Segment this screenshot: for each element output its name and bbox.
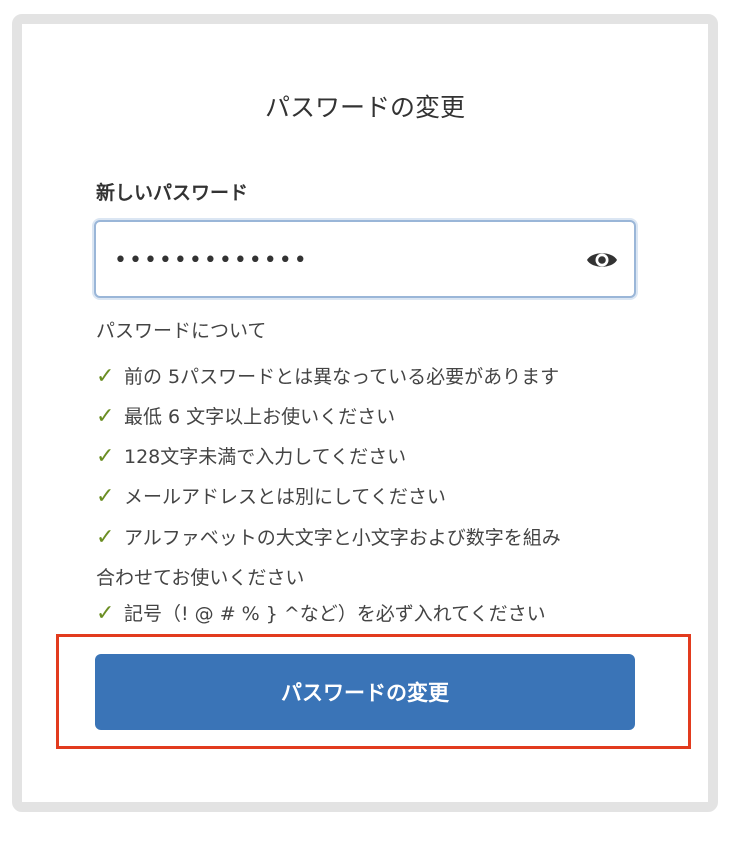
requirement-text: 前の 5パスワードとは異なっている必要があります — [124, 366, 560, 388]
check-icon: ✓ — [96, 404, 115, 429]
requirement-item: ✓ アルファベットの大文字と小文字および数字を組み — [96, 523, 561, 553]
requirement-item: ✓ メールアドレスとは別にしてください — [96, 482, 446, 512]
check-icon: ✓ — [96, 525, 115, 550]
requirement-text: 最低 6 文字以上お使いください — [124, 406, 396, 428]
check-icon: ✓ — [96, 444, 115, 469]
requirement-text: 記号（! @ # % } ^など）を必ず入れてください — [124, 603, 546, 625]
requirement-item: ✓ 最低 6 文字以上お使いください — [96, 402, 395, 432]
new-password-field-container — [94, 220, 636, 298]
eye-icon[interactable] — [584, 244, 620, 276]
requirement-item: ✓ 記号（! @ # % } ^など）を必ず入れてください — [96, 599, 546, 629]
change-password-button[interactable]: パスワードの変更 — [95, 654, 635, 730]
check-icon: ✓ — [96, 364, 115, 389]
requirement-text: メールアドレスとは別にしてください — [124, 486, 446, 508]
check-icon: ✓ — [96, 601, 115, 626]
page-title: パスワードの変更 — [264, 93, 465, 122]
requirements-heading: パスワードについて — [96, 320, 267, 342]
new-password-input[interactable] — [114, 240, 554, 280]
requirement-text: アルファベットの大文字と小文字および数字を組み — [124, 527, 561, 549]
requirement-item: ✓ 前の 5パスワードとは異なっている必要があります — [96, 362, 559, 392]
requirement-item: ✓ 128文字未満で入力してください — [96, 442, 406, 472]
new-password-label: 新しいパスワード — [96, 182, 249, 204]
requirement-continuation: 合わせてお使いください — [96, 567, 305, 589]
requirement-text: 128文字未満で入力してください — [124, 446, 407, 468]
check-icon: ✓ — [96, 484, 115, 509]
